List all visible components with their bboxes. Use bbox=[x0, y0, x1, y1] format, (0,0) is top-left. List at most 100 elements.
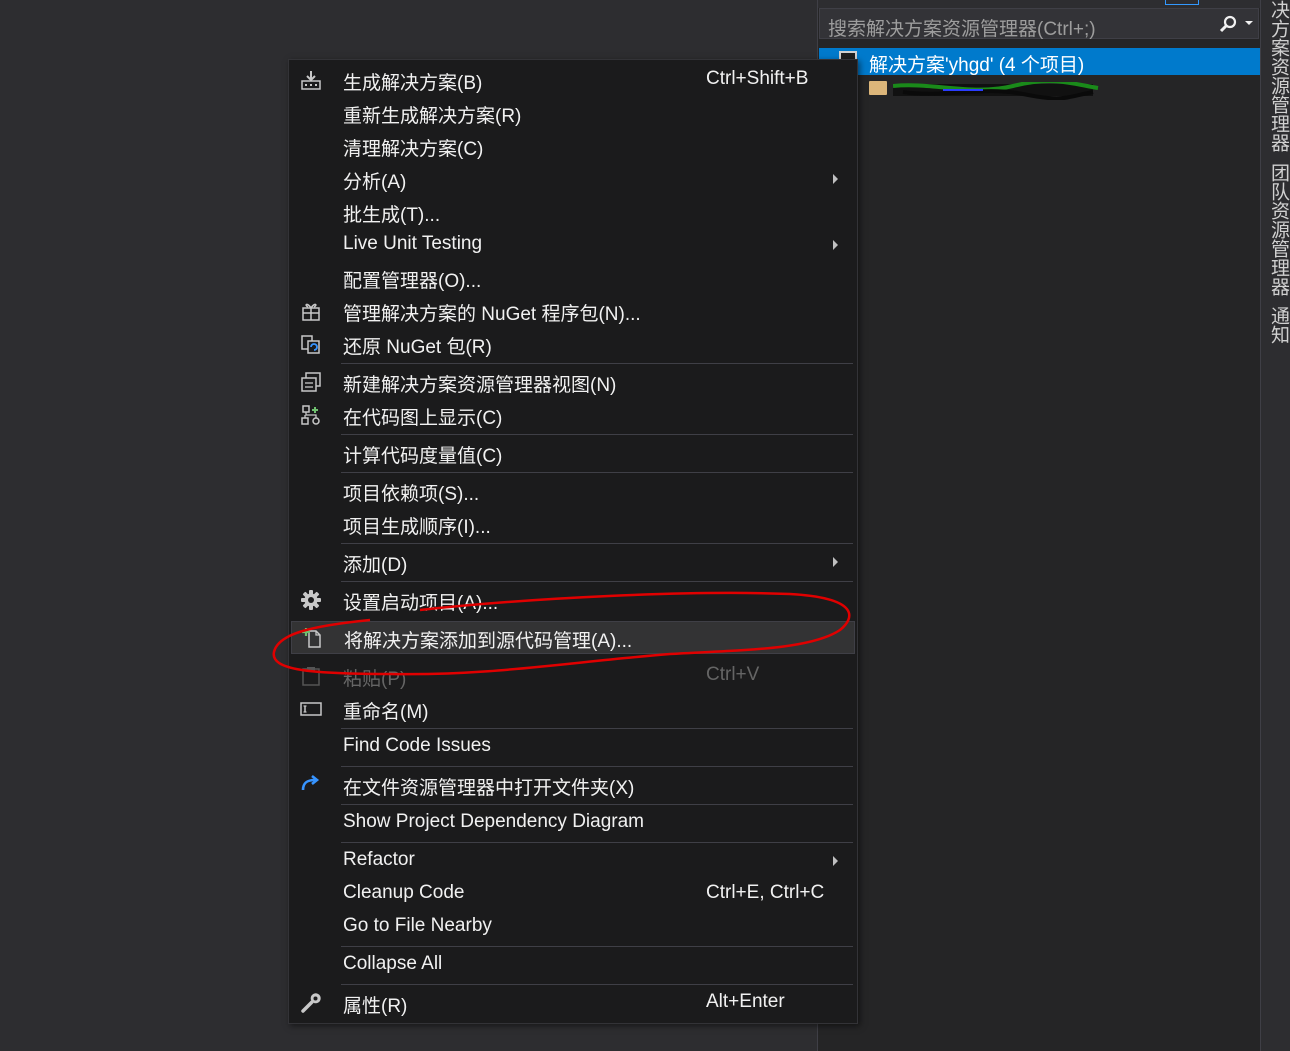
menu-item-label: 配置管理器(O)... bbox=[343, 271, 482, 292]
paste-icon bbox=[300, 665, 322, 687]
new-view-icon bbox=[300, 371, 322, 393]
build-icon bbox=[300, 69, 322, 91]
side-tab-strip: 决方案资源管理器 团队资源管理器 通知 bbox=[1260, 0, 1290, 1051]
menu-item-label: Go to File Nearby bbox=[343, 915, 492, 936]
menu-item-collapse-all[interactable]: Collapse All bbox=[291, 948, 855, 981]
menu-item-label: 添加(D) bbox=[343, 555, 408, 576]
menu-item-refactor[interactable]: Refactor bbox=[291, 844, 855, 877]
menu-item-properties[interactable]: 属性(R) Alt+Enter bbox=[291, 986, 855, 1019]
active-toolbar-button[interactable] bbox=[1165, 0, 1199, 5]
solution-context-menu: 生成解决方案(B) Ctrl+Shift+B 重新生成解决方案(R) 清理解决方… bbox=[288, 59, 858, 1024]
menu-item-label: 在文件资源管理器中打开文件夹(X) bbox=[343, 778, 635, 799]
redaction-scribble bbox=[893, 82, 1099, 100]
menu-item-label: 还原 NuGet 包(R) bbox=[343, 337, 492, 358]
menu-item-build-solution[interactable]: 生成解决方案(B) Ctrl+Shift+B bbox=[291, 63, 855, 96]
menu-item-label: 生成解决方案(B) bbox=[343, 73, 483, 94]
menu-item-label: Refactor bbox=[343, 849, 415, 870]
menu-separator bbox=[341, 581, 853, 582]
menu-item-cleanup-code[interactable]: Cleanup Code Ctrl+E, Ctrl+C bbox=[291, 877, 855, 910]
menu-separator bbox=[341, 363, 853, 364]
menu-item-new-explorer-view[interactable]: 新建解决方案资源管理器视图(N) bbox=[291, 365, 855, 398]
search-placeholder: 搜索解决方案资源管理器(Ctrl+;) bbox=[828, 19, 1096, 40]
menu-item-project-dependencies[interactable]: 项目依赖项(S)... bbox=[291, 474, 855, 507]
tab-notifications[interactable]: 通知 bbox=[1265, 306, 1290, 344]
solution-node-label: 解决方案'yhgd' (4 个项目) bbox=[869, 55, 1085, 76]
menu-item-restore-nuget[interactable]: 还原 NuGet 包(R) bbox=[291, 327, 855, 360]
submenu-arrow-icon bbox=[833, 174, 838, 184]
menu-item-label: 设置启动项目(A)... bbox=[343, 593, 499, 614]
search-options-dropdown-icon[interactable] bbox=[1244, 19, 1254, 27]
menu-separator bbox=[341, 434, 853, 435]
search-icon[interactable] bbox=[1218, 14, 1238, 34]
menu-item-shortcut: Ctrl+E, Ctrl+C bbox=[706, 882, 825, 903]
solution-explorer-panel: 搜索解决方案资源管理器(Ctrl+;) 解决方案'yhgd' (4 个项目) bbox=[817, 0, 1261, 1051]
submenu-arrow-icon bbox=[833, 240, 838, 250]
menu-item-label: 管理解决方案的 NuGet 程序包(N)... bbox=[343, 304, 641, 325]
menu-item-go-to-file-nearby[interactable]: Go to File Nearby bbox=[291, 910, 855, 943]
solution-node[interactable]: 解决方案'yhgd' (4 个项目) bbox=[819, 48, 1260, 76]
menu-item-label: 在代码图上显示(C) bbox=[343, 408, 503, 429]
menu-item-rename[interactable]: 重命名(M) bbox=[291, 692, 855, 725]
menu-item-label: Show Project Dependency Diagram bbox=[343, 811, 644, 832]
menu-separator bbox=[341, 543, 853, 544]
explorer-search-box[interactable]: 搜索解决方案资源管理器(Ctrl+;) bbox=[819, 8, 1259, 40]
menu-item-clean-solution[interactable]: 清理解决方案(C) bbox=[291, 129, 855, 162]
menu-item-shortcut: Ctrl+V bbox=[706, 664, 760, 685]
menu-item-label: 重命名(M) bbox=[343, 702, 429, 723]
menu-item-label: Collapse All bbox=[343, 953, 443, 974]
menu-separator bbox=[341, 984, 853, 985]
menu-item-open-in-file-explorer[interactable]: 在文件资源管理器中打开文件夹(X) bbox=[291, 768, 855, 801]
menu-item-shortcut: Ctrl+Shift+B bbox=[706, 68, 809, 89]
menu-separator bbox=[341, 842, 853, 843]
folder-icon bbox=[869, 81, 887, 95]
gear-icon bbox=[300, 589, 322, 611]
explorer-toolbar bbox=[818, 0, 1261, 8]
menu-item-find-code-issues[interactable]: Find Code Issues bbox=[291, 730, 855, 763]
wrench-icon bbox=[300, 992, 322, 1014]
menu-item-live-unit-testing[interactable]: Live Unit Testing bbox=[291, 228, 855, 261]
menu-item-label: 批生成(T)... bbox=[343, 205, 441, 226]
open-folder-arrow-icon bbox=[300, 774, 322, 796]
menu-item-label: 分析(A) bbox=[343, 172, 407, 193]
menu-item-label: Live Unit Testing bbox=[343, 233, 483, 254]
menu-item-add[interactable]: 添加(D) bbox=[291, 545, 855, 578]
menu-item-set-startup-projects[interactable]: 设置启动项目(A)... bbox=[291, 583, 855, 616]
menu-item-rebuild-solution[interactable]: 重新生成解决方案(R) bbox=[291, 96, 855, 129]
menu-item-project-build-order[interactable]: 项目生成顺序(I)... bbox=[291, 507, 855, 540]
menu-item-label: Cleanup Code bbox=[343, 882, 465, 903]
menu-item-label: 清理解决方案(C) bbox=[343, 139, 484, 160]
menu-item-label: 计算代码度量值(C) bbox=[343, 446, 503, 467]
menu-item-label: 项目生成顺序(I)... bbox=[343, 517, 491, 538]
menu-separator bbox=[341, 766, 853, 767]
menu-item-label: 重新生成解决方案(R) bbox=[343, 106, 522, 127]
menu-separator bbox=[341, 728, 853, 729]
add-source-control-icon bbox=[301, 627, 323, 649]
menu-item-label: 新建解决方案资源管理器视图(N) bbox=[343, 375, 617, 396]
restore-icon bbox=[300, 333, 322, 355]
menu-item-label: 粘贴(P) bbox=[343, 669, 407, 690]
submenu-arrow-icon bbox=[833, 856, 838, 866]
menu-item-label: 项目依赖项(S)... bbox=[343, 484, 480, 505]
menu-item-code-metrics[interactable]: 计算代码度量值(C) bbox=[291, 436, 855, 469]
menu-item-batch-build[interactable]: 批生成(T)... bbox=[291, 195, 855, 228]
menu-item-label: 属性(R) bbox=[343, 996, 408, 1017]
menu-item-paste[interactable]: 粘贴(P) Ctrl+V bbox=[291, 659, 855, 692]
ide-window: 搜索解决方案资源管理器(Ctrl+;) 解决方案'yhgd' (4 个项目) 决… bbox=[0, 0, 1290, 1051]
menu-item-label: 将解决方案添加到源代码管理(A)... bbox=[344, 631, 633, 652]
code-map-icon bbox=[300, 404, 322, 426]
nuget-package-icon bbox=[300, 300, 322, 322]
menu-item-show-dependency-diagram[interactable]: Show Project Dependency Diagram bbox=[291, 806, 855, 839]
menu-separator bbox=[341, 472, 853, 473]
menu-item-manage-nuget[interactable]: 管理解决方案的 NuGet 程序包(N)... bbox=[291, 294, 855, 327]
tab-solution-explorer[interactable]: 决方案资源管理器 bbox=[1265, 0, 1290, 152]
menu-item-analyze[interactable]: 分析(A) bbox=[291, 162, 855, 195]
project-node[interactable] bbox=[819, 78, 1119, 102]
menu-item-add-to-source-control[interactable]: 将解决方案添加到源代码管理(A)... bbox=[291, 621, 855, 654]
submenu-arrow-icon bbox=[833, 557, 838, 567]
menu-separator bbox=[341, 804, 853, 805]
tab-team-explorer[interactable]: 团队资源管理器 bbox=[1265, 163, 1290, 296]
menu-separator bbox=[341, 946, 853, 947]
rename-icon bbox=[300, 698, 322, 720]
menu-item-show-on-code-map[interactable]: 在代码图上显示(C) bbox=[291, 398, 855, 431]
menu-item-configuration-manager[interactable]: 配置管理器(O)... bbox=[291, 261, 855, 294]
